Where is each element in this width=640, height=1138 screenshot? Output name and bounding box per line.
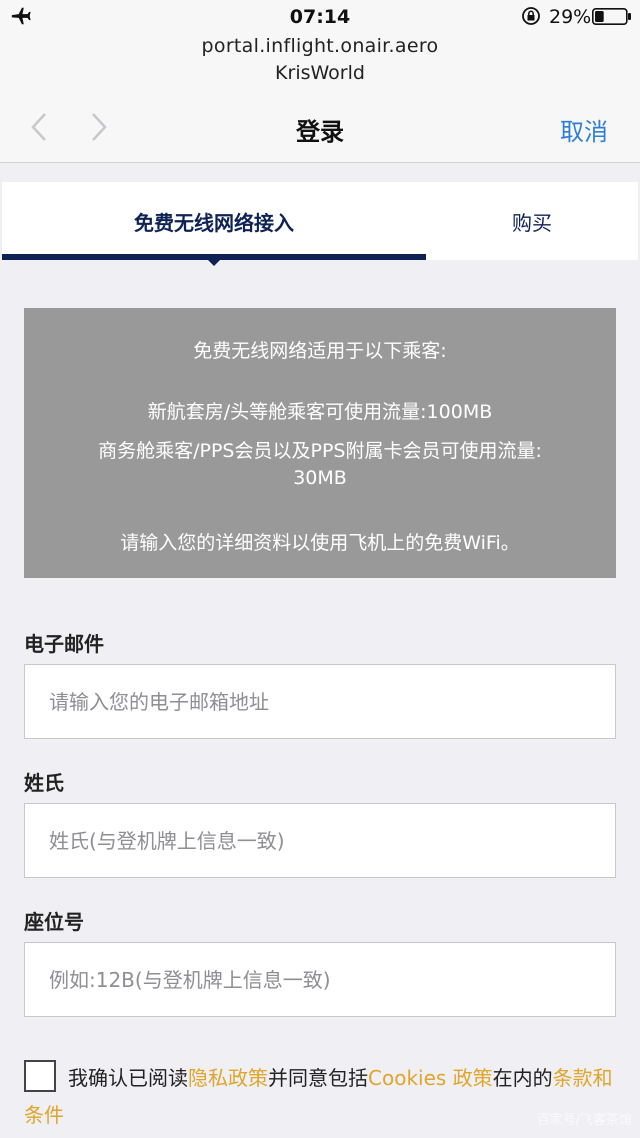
tab-purchase[interactable]: 购买: [426, 182, 638, 260]
consent-checkbox[interactable]: [24, 1060, 56, 1092]
seat-label: 座位号: [24, 910, 84, 934]
tab-free-wifi[interactable]: 免费无线网络接入: [2, 182, 426, 266]
url-host: portal.inflight.onair.aero: [201, 35, 439, 57]
info-instruction: 请输入您的详细资料以使用飞机上的免费WiFi。: [120, 532, 520, 554]
tab-purchase-label: 购买: [512, 211, 552, 235]
info-line-business: 商务舱乘客/PPS会员以及PPS附属卡会员可使用流量:: [98, 440, 542, 462]
nav-bar: 登录 取消: [0, 94, 640, 163]
consent-text: 我确认已阅读隐私政策并同意包括Cookies 政策在内的条款和条件: [24, 1060, 614, 1134]
status-time: 07:14: [289, 6, 351, 28]
email-field[interactable]: [24, 664, 616, 739]
info-panel: 免费无线网络适用于以下乘客: 新航套房/头等舱乘客可使用流量:100MB 商务舱…: [24, 308, 616, 578]
email-label: 电子邮件: [24, 632, 104, 656]
info-line-first-class: 新航套房/头等舱乘客可使用流量:100MB: [147, 401, 493, 423]
cancel-button[interactable]: 取消: [560, 112, 608, 147]
status-bar: 07:14 29%: [0, 0, 640, 34]
battery-icon: [592, 8, 631, 25]
surname-label: 姓氏: [24, 771, 64, 795]
consent-text-2: 并同意包括: [268, 1066, 368, 1090]
url-bar[interactable]: portal.inflight.onair.aero KrisWorld: [0, 34, 640, 94]
battery-percent: 29%: [549, 6, 592, 28]
rotation-lock-icon: [522, 7, 540, 25]
cookies-policy-link[interactable]: Cookies 政策: [368, 1066, 493, 1090]
consent-text-3: 在内的: [492, 1066, 553, 1090]
consent-text-1: 我确认已阅读: [68, 1066, 188, 1090]
active-tab-pointer: [207, 259, 221, 266]
info-heading: 免费无线网络适用于以下乘客:: [193, 340, 447, 362]
seat-number-field[interactable]: [24, 942, 616, 1017]
surname-field[interactable]: [24, 803, 616, 878]
info-line-business-quota: 30MB: [293, 467, 347, 489]
tab-bar: 免费无线网络接入 购买: [2, 182, 638, 266]
tab-free-wifi-label: 免费无线网络接入: [134, 211, 294, 235]
site-name: KrisWorld: [275, 62, 365, 84]
page-title: 登录: [296, 118, 344, 146]
privacy-policy-link[interactable]: 隐私政策: [188, 1066, 268, 1090]
watermark: 百家号/飞客茶馆: [536, 1113, 632, 1128]
